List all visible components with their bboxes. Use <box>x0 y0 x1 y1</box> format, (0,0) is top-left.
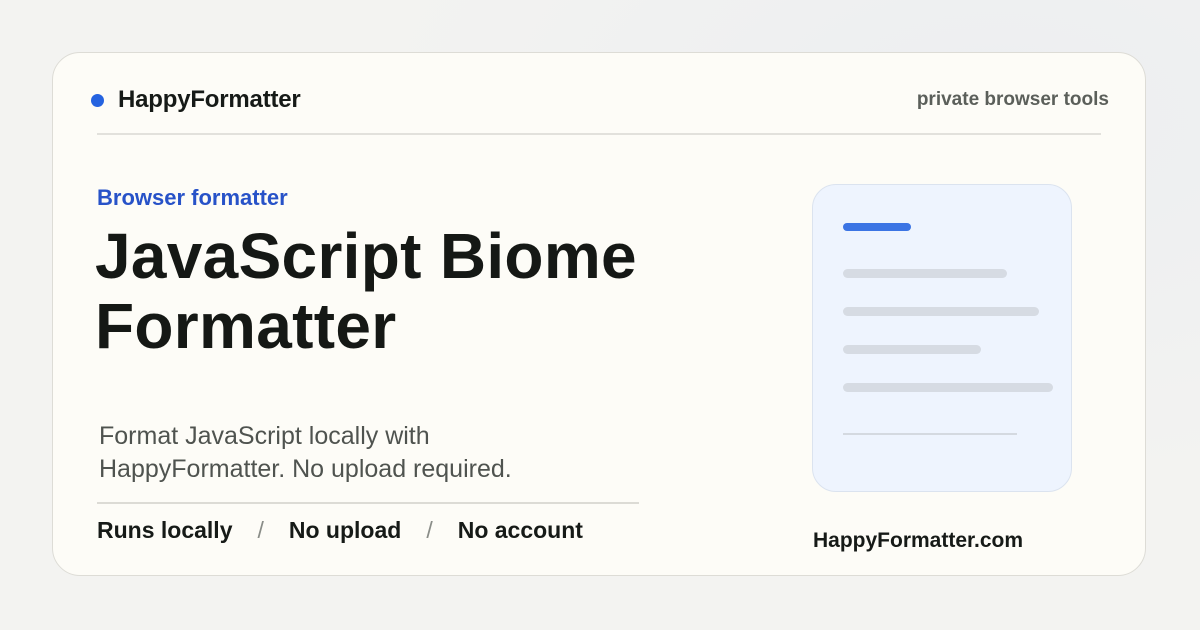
document-rule <box>843 433 1017 435</box>
document-text-line <box>843 269 1007 278</box>
document-text-line <box>843 345 981 354</box>
subtitle: Format JavaScript locally with HappyForm… <box>99 420 519 486</box>
document-text-line <box>843 307 1039 316</box>
feature-separator: / <box>257 517 264 543</box>
subtitle-line-2: HappyFormatter. No upload required. <box>99 455 512 483</box>
subtitle-line-1: Format JavaScript locally with <box>99 422 430 450</box>
document-heading-line <box>843 223 911 231</box>
title-line-1: JavaScript Biome <box>95 220 637 292</box>
feature-list: Runs locally / No upload / No account <box>97 517 583 544</box>
page-title: JavaScript Biome Formatter <box>95 221 735 361</box>
site-url[interactable]: HappyFormatter.com <box>813 529 1023 553</box>
title-line-2: Formatter <box>95 290 397 362</box>
tagline: private browser tools <box>916 89 1109 110</box>
brand-name: HappyFormatter <box>118 86 301 113</box>
features-divider <box>97 502 639 504</box>
feature-separator: / <box>426 517 433 543</box>
feature-no-account: No account <box>457 517 583 543</box>
brand[interactable]: HappyFormatter <box>91 86 301 113</box>
document-text-line <box>843 383 1053 392</box>
og-card: HappyFormatter private browser tools Bro… <box>52 52 1146 576</box>
brand-dot-icon <box>91 93 104 107</box>
header-divider <box>97 133 1101 135</box>
eyebrow-label: Browser formatter <box>97 185 288 210</box>
document-icon <box>812 184 1072 492</box>
feature-runs-locally: Runs locally <box>97 517 233 543</box>
feature-no-upload: No upload <box>288 517 402 543</box>
